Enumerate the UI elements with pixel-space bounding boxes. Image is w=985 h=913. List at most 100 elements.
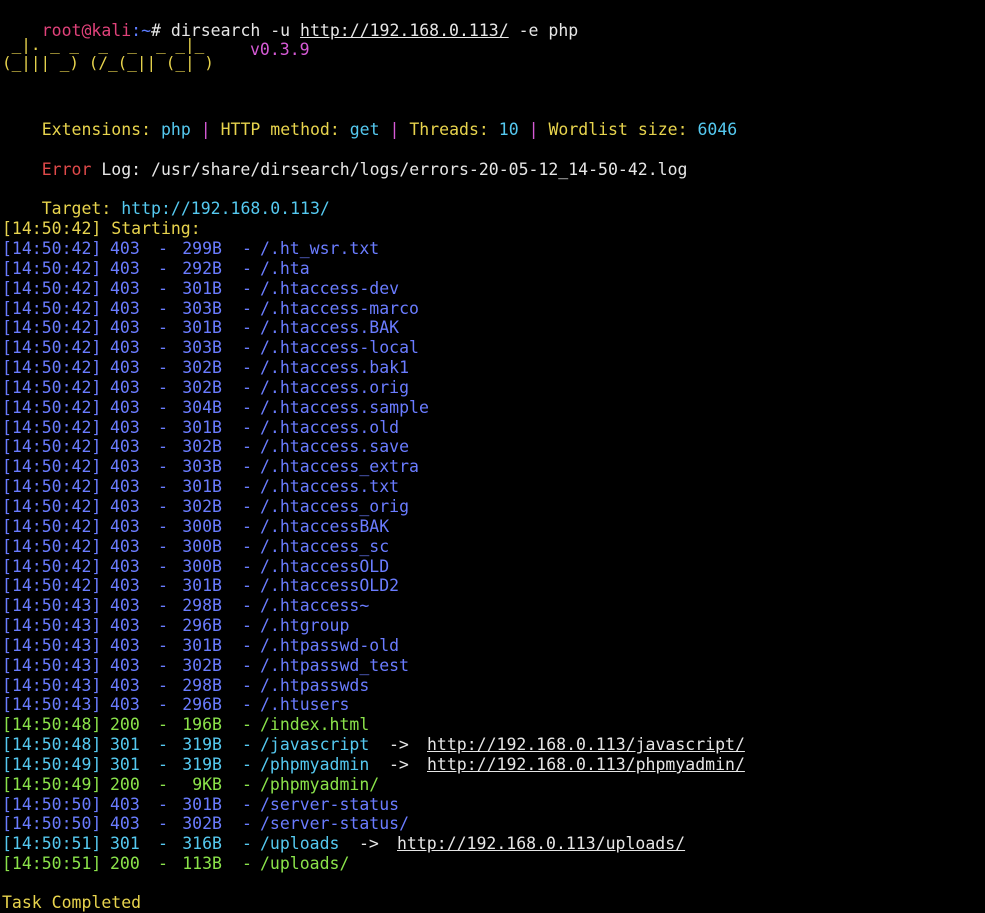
result-time: [14:50:42] [2,278,102,298]
result-status-code: 403 [110,596,140,616]
result-path: /.htaccess.BAK [260,318,400,338]
result-row: [14:50:42] 403-301B -/.htaccess-dev [2,279,982,299]
result-row: [14:50:50] 403-302B -/server-status/ [2,814,982,834]
result-separator: - [158,794,168,814]
result-separator: - [242,377,252,397]
result-path: /.htaccess.bak1 [260,358,410,378]
result-status-code: 403 [110,576,140,596]
result-path: /uploads [260,834,360,854]
result-path: /.ht_wsr.txt [260,239,380,258]
result-separator: - [158,437,168,457]
result-separator: - [242,854,252,874]
result-status-code: 301 [110,754,140,774]
result-time: [14:50:51] [2,854,102,874]
result-path: /phpmyadmin/ [260,774,380,794]
result-separator: - [242,239,252,258]
result-row: [14:50:42] 403-303B -/.htaccess_extra [2,457,982,477]
result-time: [14:50:51] [2,834,102,854]
result-time: [14:50:42] [2,358,102,378]
result-size: 296B [182,616,222,636]
result-separator: - [242,278,252,298]
result-size: 113B [182,854,222,874]
result-size: 196B [182,715,222,735]
result-separator: - [158,754,168,774]
redirect-url[interactable]: http://192.168.0.113/phpmyadmin/ [427,755,745,775]
target-line: Target: http://192.168.0.113/ [2,179,330,218]
config-separator: | [518,120,549,139]
result-size: 9KB [192,774,222,794]
result-separator: - [158,516,168,536]
result-separator: - [242,258,252,278]
result-separator: - [242,516,252,536]
redirect-arrow: -> [389,735,409,755]
result-separator: - [242,834,252,854]
result-row: [14:50:43] 403-302B -/.htpasswd_test [2,656,982,676]
result-size: 301B [182,635,222,655]
result-time: [14:50:42] [2,576,102,596]
result-size: 300B [182,516,222,536]
result-row: [14:50:43] 403-298B -/.htaccess~ [2,596,982,616]
result-status-code: 403 [110,655,140,675]
error-log-line: Error Log: /usr/share/dirsearch/logs/err… [2,140,688,179]
result-status-code: 403 [110,496,140,516]
result-row: [14:50:42] 403-300B -/.htaccessOLD [2,557,982,577]
result-path: /.htpasswd_test [260,655,410,675]
result-row: [14:50:43] 403-296B -/.htgroup [2,616,982,636]
result-size: 301B [182,477,222,497]
result-time: [14:50:48] [2,715,102,735]
result-status-code: 403 [110,675,140,695]
result-time: [14:50:42] [2,298,102,318]
result-separator: - [158,298,168,318]
result-path: /.htpasswd-old [260,635,400,655]
result-status-code: 403 [110,556,140,576]
result-path: /.htaccess.old [260,417,400,437]
result-separator: - [242,635,252,655]
result-separator: - [242,437,252,457]
version-label: v0.3.9 [250,40,310,59]
result-row: [14:50:43] 403-301B -/.htpasswd-old [2,636,982,656]
result-path: /.htaccess_orig [260,496,410,516]
result-size: 298B [182,675,222,695]
result-path: /.htaccess_sc [260,536,390,556]
command-url[interactable]: http://192.168.0.113/ [300,21,509,40]
result-time: [14:50:42] [2,318,102,338]
result-row: [14:50:42] 403-301B -/.htaccessOLD2 [2,576,982,596]
result-separator: - [242,695,252,715]
result-row: [14:50:43] 403-296B -/.htusers [2,695,982,715]
result-separator: - [242,358,252,378]
terminal-window[interactable]: root@kali:~# dirsearch -u http://192.168… [2,0,982,912]
result-status-code: 403 [110,635,140,655]
result-separator: - [158,576,168,596]
result-separator: - [158,814,168,834]
result-status-code: 403 [110,616,140,636]
target-url: http://192.168.0.113/ [121,199,330,218]
result-time: [14:50:43] [2,675,102,695]
result-separator: - [158,417,168,437]
result-separator: - [242,397,252,417]
wordlist-label: Wordlist size: [548,120,698,139]
result-separator: - [158,774,168,794]
result-path: /.htaccess-local [260,338,419,358]
result-separator: - [158,318,168,338]
result-separator: - [242,715,252,735]
result-row: [14:50:49] 301-319B -/phpmyadmin -> http://… [2,755,982,775]
result-time: [14:50:42] [2,377,102,397]
result-status-code: 403 [110,477,140,497]
result-size: 300B [182,536,222,556]
result-time: [14:50:43] [2,695,102,715]
redirect-url[interactable]: http://192.168.0.113/javascript/ [427,735,745,755]
result-time: [14:50:42] [2,457,102,477]
result-path: /.htaccessOLD [260,556,390,576]
result-path: /.htaccess.orig [260,377,410,397]
result-separator: - [158,655,168,675]
result-separator: - [158,635,168,655]
result-separator: - [158,675,168,695]
redirect-url[interactable]: http://192.168.0.113/uploads/ [397,834,685,854]
result-time: [14:50:43] [2,635,102,655]
redirect-arrow: -> [389,754,409,774]
result-status-code: 403 [110,298,140,318]
result-time: [14:50:42] [2,239,102,258]
results-list: [14:50:42] 403-299B -/.ht_wsr.txt [14:50:42… [2,239,982,874]
result-size: 303B [182,457,222,477]
result-status-code: 403 [110,377,140,397]
